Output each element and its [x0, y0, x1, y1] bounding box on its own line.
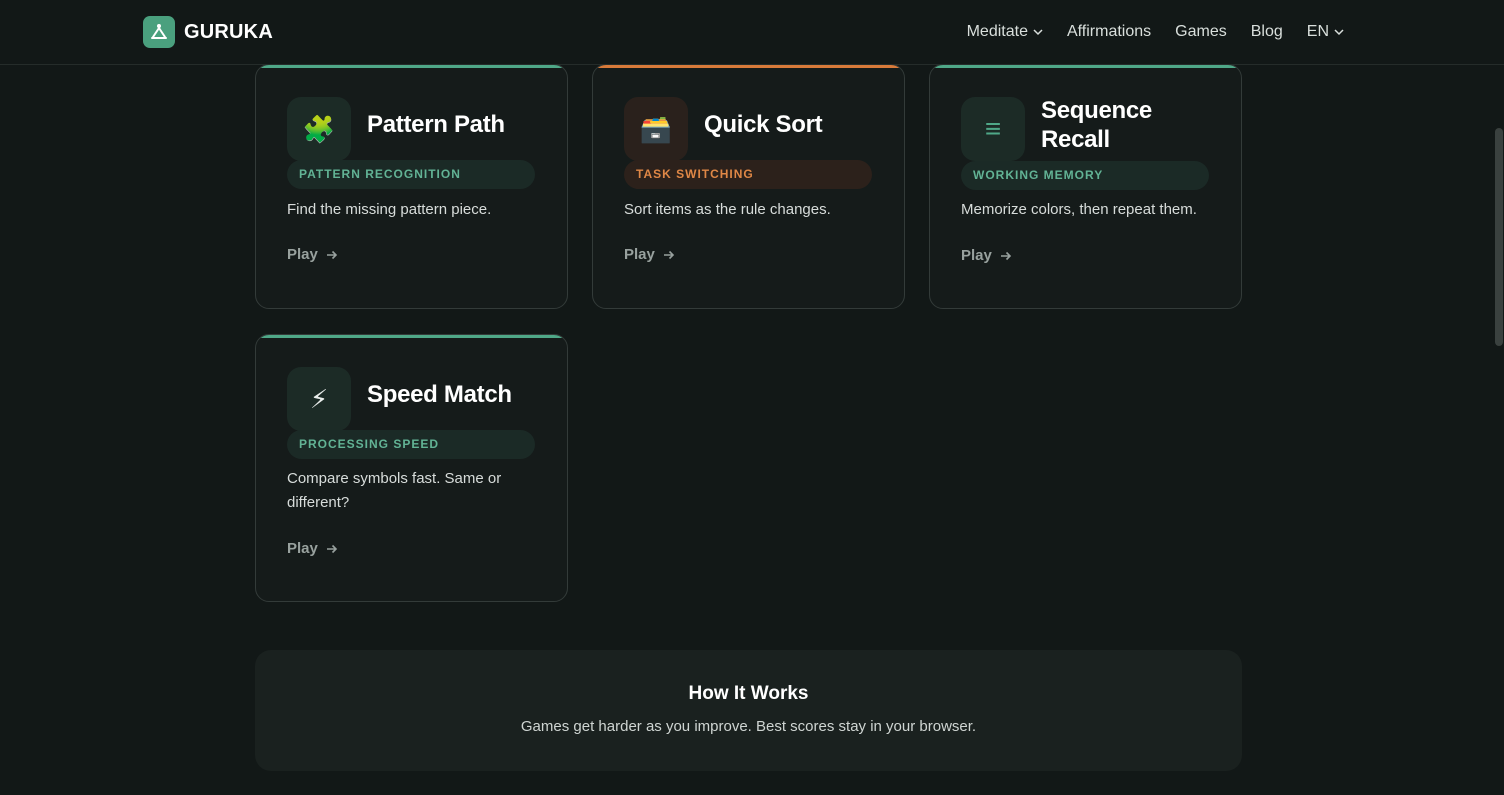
- game-title: Pattern Path: [367, 111, 505, 138]
- card-box-icon: 🗃️: [624, 97, 688, 161]
- game-description: Sort items as the rule changes.: [624, 201, 831, 218]
- game-title: Quick Sort: [704, 111, 823, 138]
- nav-item-affirmations[interactable]: Affirmations: [1067, 23, 1151, 41]
- game-category-tag: TASK SWITCHING: [624, 160, 872, 189]
- arrow-right-icon: [1000, 251, 1011, 260]
- main-nav: Meditate Affirmations Games Blog EN: [967, 0, 1344, 64]
- game-description: Memorize colors, then repeat them.: [961, 201, 1197, 218]
- game-description: Compare symbols fast. Same or different?: [287, 470, 502, 511]
- nav-item-games[interactable]: Games: [1175, 23, 1227, 41]
- game-description: Find the missing pattern piece.: [287, 201, 492, 218]
- card-accent-bar: [593, 65, 904, 68]
- brand-logo[interactable]: GURUKA: [143, 16, 273, 48]
- game-card-sequence-recall[interactable]: ≡ Sequence Recall WORKING MEMORY Memoriz…: [929, 64, 1242, 309]
- play-link[interactable]: Play: [287, 246, 338, 263]
- how-it-works-panel: How It Works Games get harder as you imp…: [255, 650, 1242, 771]
- nav-label: Meditate: [966, 23, 1028, 40]
- guruka-logo-icon: [143, 16, 175, 48]
- nav-label: Blog: [1250, 23, 1283, 40]
- lightning-icon: ⚡: [287, 367, 351, 431]
- list-glyph: ≡: [984, 113, 1002, 144]
- nav-item-blog[interactable]: Blog: [1251, 23, 1283, 41]
- play-link[interactable]: Play: [961, 247, 1012, 264]
- card-accent-bar: [930, 65, 1241, 68]
- play-link[interactable]: Play: [624, 246, 675, 263]
- game-title: Speed Match: [367, 381, 512, 408]
- card-accent-bar: [256, 335, 567, 338]
- game-card-quick-sort[interactable]: 🗃️ Quick Sort TASK SWITCHING Sort items …: [592, 64, 905, 309]
- arrow-right-icon: [326, 544, 337, 553]
- game-card-pattern-path[interactable]: 🧩 Pattern Path PATTERN RECOGNITION Find …: [255, 64, 568, 309]
- chevron-down-icon: [1334, 29, 1344, 36]
- play-label: Play: [624, 246, 655, 263]
- nav-label: Affirmations: [1066, 23, 1152, 40]
- puzzle-icon: 🧩: [287, 97, 351, 161]
- how-it-works-title: How It Works: [688, 683, 809, 704]
- game-category-tag: PROCESSING SPEED: [287, 430, 535, 459]
- game-card-speed-match[interactable]: ⚡ Speed Match PROCESSING SPEED Compare s…: [255, 334, 568, 602]
- game-title: Sequence Recall: [1041, 97, 1152, 153]
- game-category-tag: WORKING MEMORY: [961, 161, 1209, 190]
- arrow-right-icon: [663, 250, 674, 259]
- site-header: GURUKA Meditate Affirmations Games Blog …: [0, 0, 1504, 65]
- brand-name: GURUKA: [184, 20, 273, 43]
- nav-item-meditate[interactable]: Meditate: [967, 23, 1043, 41]
- play-label: Play: [287, 540, 318, 557]
- language-selector[interactable]: EN: [1307, 23, 1344, 41]
- card-accent-bar: [256, 65, 567, 68]
- play-label: Play: [961, 247, 992, 264]
- scrollbar-thumb[interactable]: [1495, 128, 1503, 346]
- game-category-tag: PATTERN RECOGNITION: [287, 160, 535, 189]
- nav-label: Games: [1175, 23, 1227, 40]
- nav-label: EN: [1306, 23, 1329, 40]
- arrow-right-icon: [326, 250, 337, 259]
- play-link[interactable]: Play: [287, 540, 338, 557]
- how-it-works-description: Games get harder as you improve. Best sc…: [520, 718, 977, 735]
- chevron-down-icon: [1033, 29, 1043, 36]
- list-icon: ≡: [961, 97, 1025, 161]
- play-label: Play: [287, 246, 318, 263]
